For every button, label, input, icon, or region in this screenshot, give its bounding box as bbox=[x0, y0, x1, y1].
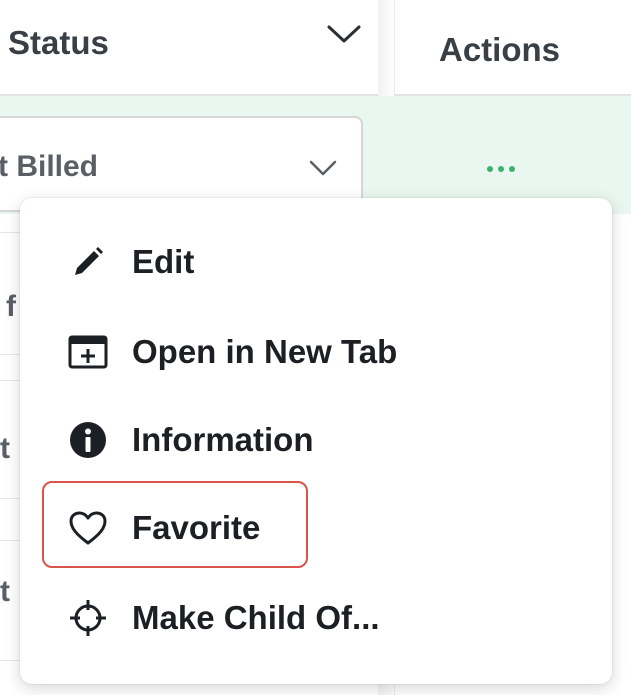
cell-text-fragment: f bbox=[6, 290, 16, 323]
heart-icon bbox=[68, 508, 108, 548]
row-actions-button[interactable] bbox=[480, 158, 522, 180]
actions-column-header: Actions bbox=[395, 0, 631, 96]
status-column-header[interactable]: Status bbox=[0, 0, 378, 96]
chevron-down-icon[interactable] bbox=[326, 22, 362, 46]
status-select-value: t Billed bbox=[0, 150, 99, 183]
pencil-icon bbox=[68, 242, 108, 282]
menu-item-make-child-of[interactable]: Make Child Of... bbox=[68, 588, 380, 648]
open-new-tab-icon bbox=[68, 332, 108, 372]
menu-item-label: Edit bbox=[132, 243, 195, 280]
menu-item-favorite[interactable]: Favorite bbox=[68, 498, 260, 558]
menu-item-edit[interactable]: Edit bbox=[68, 232, 194, 292]
row-context-menu: Edit Open in New Tab Information Favorit… bbox=[20, 198, 612, 684]
crosshair-icon bbox=[68, 598, 108, 638]
cell-text-fragment: t bbox=[0, 432, 10, 465]
info-icon bbox=[68, 420, 108, 460]
menu-item-label: Make Child Of... bbox=[132, 599, 380, 636]
status-header-label: Status bbox=[8, 24, 109, 61]
actions-header-label: Actions bbox=[439, 31, 561, 68]
chevron-down-icon bbox=[309, 160, 337, 176]
menu-item-label: Favorite bbox=[132, 509, 261, 546]
menu-item-label: Information bbox=[132, 421, 314, 458]
more-horizontal-icon bbox=[487, 166, 515, 172]
menu-item-label: Open in New Tab bbox=[132, 333, 398, 370]
cell-text-fragment: t bbox=[0, 575, 10, 608]
menu-item-information[interactable]: Information bbox=[68, 410, 313, 470]
menu-item-open-in-new-tab[interactable]: Open in New Tab bbox=[68, 322, 397, 382]
